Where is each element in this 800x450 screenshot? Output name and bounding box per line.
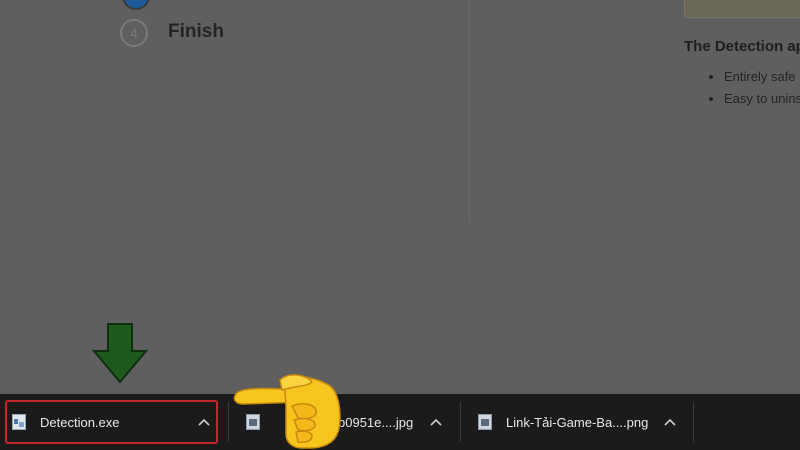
download-item-detection[interactable]: Detection.exe [0,394,226,450]
feature-item: Easy to unins [724,88,800,110]
step-3-indicator [122,0,150,10]
highlight-box [5,400,218,444]
pointing-hand-icon [233,374,341,449]
chevron-up-icon[interactable] [430,418,442,426]
feature-list: Entirely safe Easy to unins [704,66,800,110]
side-heading: The Detection ap [684,38,800,55]
feature-item: Entirely safe [724,66,800,88]
down-arrow-icon [92,323,148,383]
separator [228,402,229,442]
chevron-up-icon[interactable] [664,418,676,426]
separator [693,402,694,442]
downloads-bar: Detection.exe b0951e....jpg Link-Tải-Gam… [0,394,800,450]
notice-box [684,0,800,18]
separator [460,402,461,442]
download-item-png[interactable]: Link-Tải-Game-Ba....png [462,394,692,450]
download-filename: b0951e....jpg [338,415,414,430]
image-file-icon [478,414,492,430]
step-4-label: Finish [168,21,224,42]
column-divider [469,0,470,222]
download-filename: Link-Tải-Game-Ba....png [506,415,649,430]
step-4-number: 4 [120,19,148,47]
